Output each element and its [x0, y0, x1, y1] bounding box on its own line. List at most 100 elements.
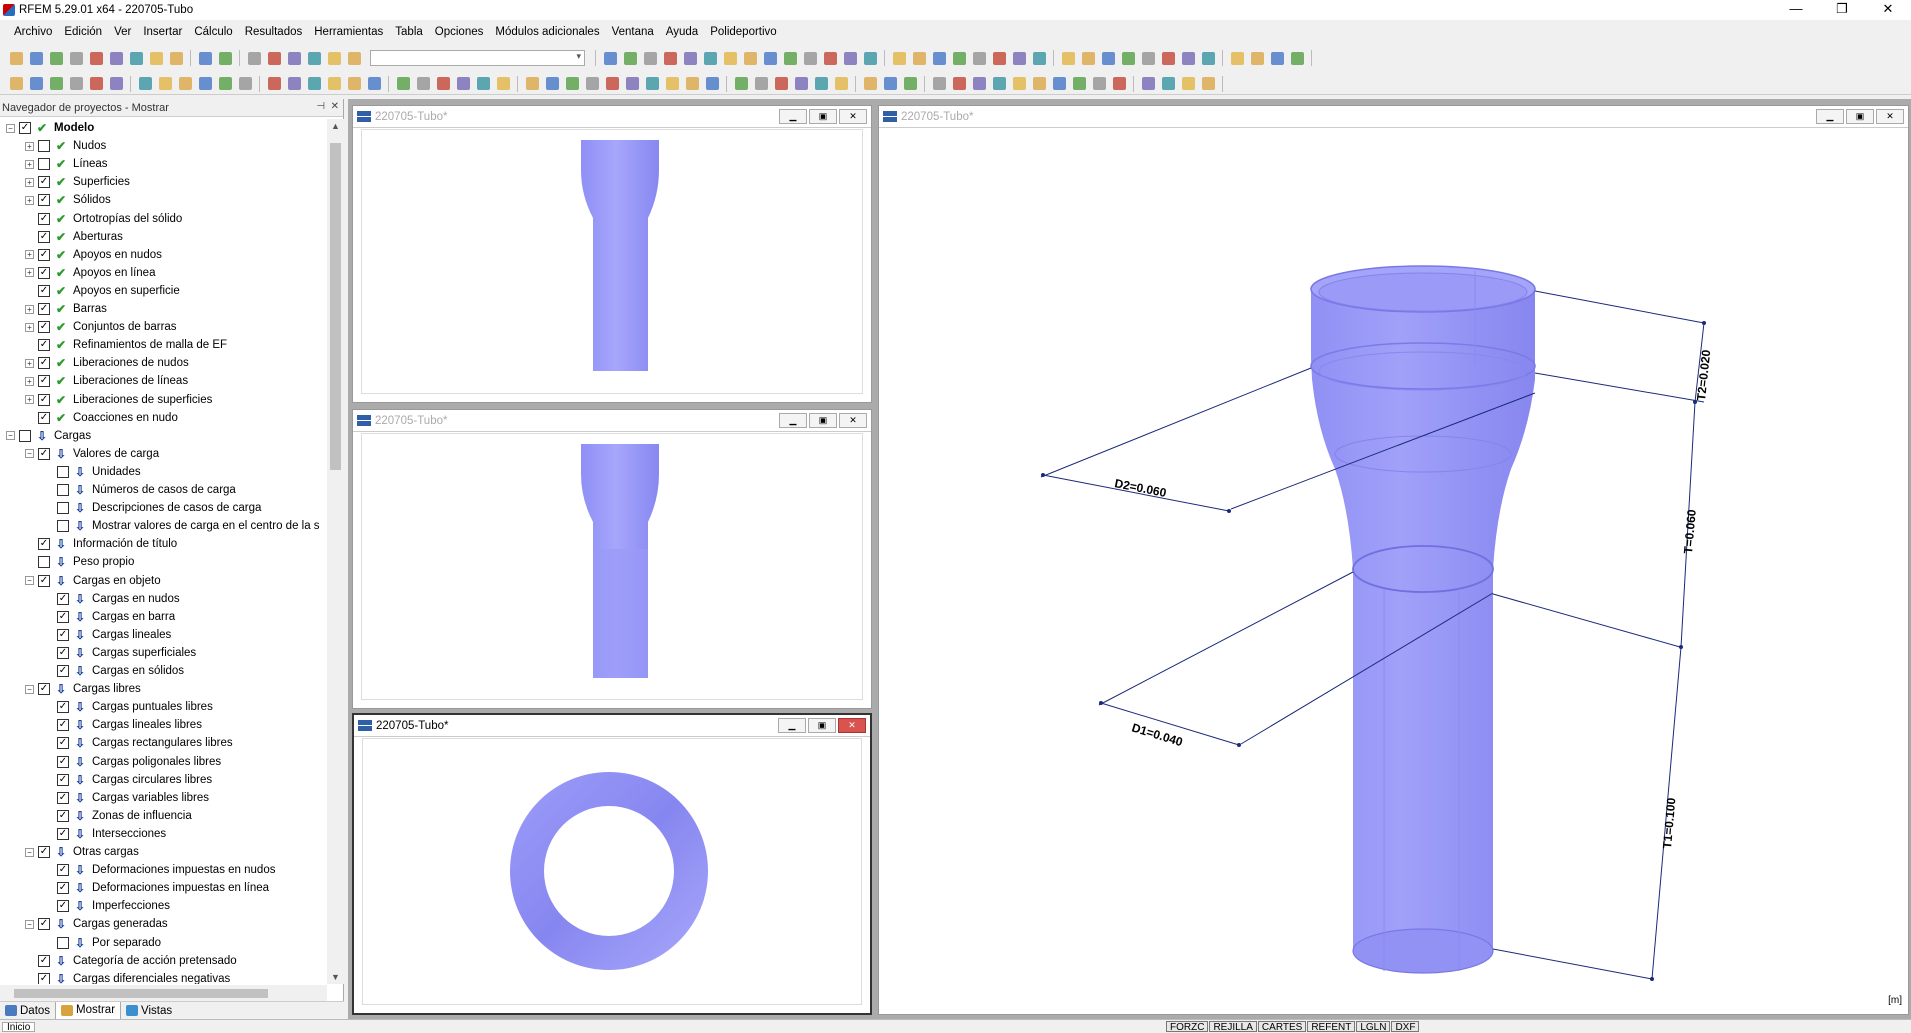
tree-item[interactable]: ✓ ⇩ Deformaciones impuestas en línea	[6, 879, 269, 897]
navigator-tab-1[interactable]: Mostrar	[55, 1001, 122, 1020]
tree-checkbox[interactable]	[57, 484, 69, 496]
tree-checkbox[interactable]: ✓	[57, 646, 69, 659]
status-flag-refent[interactable]: REFENT	[1307, 1021, 1356, 1033]
maximize-button[interactable]: ▣	[808, 718, 836, 733]
tree-checkbox[interactable]	[57, 502, 69, 515]
close-button[interactable]: ✕	[1876, 109, 1904, 124]
tree-item[interactable]: + ✓ ✔ Sólidos	[6, 191, 111, 209]
toolbar-button-icon[interactable]	[365, 75, 383, 93]
tree-checkbox[interactable]: ✓	[38, 321, 50, 334]
tree-checkbox[interactable]	[57, 936, 69, 949]
tree-checkbox[interactable]: ✓	[57, 773, 69, 786]
toolbar-button-icon[interactable]	[47, 75, 65, 93]
tree-item[interactable]: ✓ ⇩ Intersecciones	[6, 825, 166, 843]
tree-checkbox[interactable]	[38, 556, 50, 569]
toolbar-button-icon[interactable]	[703, 75, 721, 93]
tree-item[interactable]: ✓ ⇩ Cargas rectangulares libres	[6, 734, 233, 752]
tree-checkbox[interactable]: ✓	[57, 665, 69, 677]
tree-item[interactable]: − ✓ ⇩ Cargas libres	[6, 680, 141, 698]
tree-item[interactable]: + ✓ ✔ Barras	[6, 300, 107, 318]
toolbar-button-icon[interactable]	[67, 49, 85, 67]
navigator-tab-0[interactable]: Datos	[0, 1002, 55, 1020]
expand-toggle[interactable]: −	[25, 847, 34, 857]
toolbar-button-icon[interactable]	[305, 49, 323, 67]
tree-item[interactable]: ✓ ✔ Apoyos en superficie	[6, 282, 180, 300]
close-button[interactable]: ✕	[839, 413, 867, 428]
toolbar-button-icon[interactable]	[950, 75, 968, 93]
tree-checkbox[interactable]: ✓	[57, 791, 69, 804]
tree-item[interactable]: ⇩ Unidades	[6, 463, 141, 481]
toolbar-button-icon[interactable]	[1268, 49, 1286, 67]
tree-checkbox[interactable]: ✓	[57, 628, 69, 641]
expand-toggle[interactable]: +	[25, 358, 34, 368]
toolbar-button-icon[interactable]	[1159, 49, 1177, 67]
toolbar-button-icon[interactable]	[1079, 49, 1097, 67]
scroll-up-icon[interactable]: ▲	[331, 121, 340, 131]
toolbar-button-icon[interactable]	[1010, 49, 1028, 67]
toolbar-button-icon[interactable]	[167, 49, 185, 67]
tree-item[interactable]: + ✓ ✔ Apoyos en línea	[6, 264, 155, 282]
toolbar-button-icon[interactable]	[1179, 75, 1197, 93]
status-flag-lgln[interactable]: LGLN	[1356, 1021, 1391, 1033]
toolbar-button-icon[interactable]	[910, 49, 928, 67]
toolbar-button-icon[interactable]	[761, 49, 779, 67]
toolbar-button-icon[interactable]	[781, 49, 799, 67]
toolbar-button-icon[interactable]	[661, 49, 679, 67]
navigator-tab-2[interactable]: Vistas	[121, 1002, 177, 1020]
toolbar-button-icon[interactable]	[752, 75, 770, 93]
tree-item[interactable]: ✓ ⇩ Cargas en barra	[6, 608, 175, 626]
expand-toggle[interactable]: −	[25, 919, 34, 929]
toolbar-button-icon[interactable]	[1199, 49, 1217, 67]
tree-checkbox[interactable]: ✓	[57, 610, 69, 623]
toolbar-button-icon[interactable]	[970, 49, 988, 67]
tree-checkbox[interactable]: ✓	[57, 755, 69, 768]
toolbar-button-icon[interactable]	[7, 49, 25, 67]
expand-toggle[interactable]: −	[6, 431, 15, 441]
toolbar-button-icon[interactable]	[216, 75, 234, 93]
tree-item[interactable]: − ⇩ Cargas	[6, 427, 91, 445]
toolbar-button-icon[interactable]	[1010, 75, 1028, 93]
toolbar-button-icon[interactable]	[901, 75, 919, 93]
toolbar-button-icon[interactable]	[930, 49, 948, 67]
toolbar-button-icon[interactable]	[683, 75, 701, 93]
menu-item-6[interactable]: Herramientas	[314, 26, 383, 38]
toolbar-button-icon[interactable]	[1228, 49, 1246, 67]
tree-item[interactable]: ⇩ Descripciones de casos de carga	[6, 499, 261, 517]
expand-toggle[interactable]: −	[25, 449, 34, 459]
toolbar-button-icon[interactable]	[434, 75, 452, 93]
tree-checkbox[interactable]: ✓	[38, 248, 50, 261]
tree-item[interactable]: − ✓ ✔ Modelo	[6, 119, 94, 137]
tree-item[interactable]: ⇩ Mostrar valores de carga en el centro d…	[6, 517, 320, 535]
expand-toggle[interactable]: +	[25, 322, 34, 332]
view-window-3[interactable]: 220705-Tubo* ▁ ▣ ✕	[352, 713, 872, 1015]
tree-item[interactable]: − ✓ ⇩ Cargas en objeto	[6, 572, 161, 590]
tree-checkbox[interactable]: ✓	[38, 194, 50, 207]
menu-item-9[interactable]: Módulos adicionales	[495, 26, 599, 38]
tree-checkbox[interactable]: ✓	[38, 230, 50, 243]
toolbar-button-icon[interactable]	[454, 75, 472, 93]
expand-toggle[interactable]: −	[25, 684, 34, 694]
toolbar-button-icon[interactable]	[394, 75, 412, 93]
navigator-vscroll[interactable]: ▲ ▼	[327, 119, 344, 984]
toolbar-button-icon[interactable]	[216, 49, 234, 67]
toolbar-button-icon[interactable]	[285, 75, 303, 93]
maximize-button[interactable]: ▣	[809, 413, 837, 428]
toolbar-button-icon[interactable]	[801, 49, 819, 67]
toolbar-button-icon[interactable]	[325, 49, 343, 67]
toolbar-button-icon[interactable]	[621, 49, 639, 67]
tree-checkbox[interactable]: ✓	[38, 266, 50, 279]
menu-item-3[interactable]: Insertar	[143, 26, 182, 38]
tree-item[interactable]: + ✔ Líneas	[6, 155, 108, 173]
tree-item[interactable]: − ✓ ⇩ Valores de carga	[6, 445, 159, 463]
loadcase-select[interactable]	[370, 50, 585, 66]
expand-toggle[interactable]: +	[25, 159, 34, 169]
toolbar-button-icon[interactable]	[87, 49, 105, 67]
toolbar-button-icon[interactable]	[107, 49, 125, 67]
tree-item[interactable]: + ✓ ✔ Liberaciones de líneas	[6, 372, 188, 390]
tree-item[interactable]: ✓ ✔ Refinamientos de malla de EF	[6, 336, 227, 354]
toolbar-button-icon[interactable]	[732, 75, 750, 93]
toolbar-button-icon[interactable]	[1179, 49, 1197, 67]
tree-item[interactable]: + ✓ ✔ Liberaciones de nudos	[6, 354, 189, 372]
tree-checkbox[interactable]	[38, 140, 50, 153]
scroll-down-icon[interactable]: ▼	[331, 972, 340, 982]
